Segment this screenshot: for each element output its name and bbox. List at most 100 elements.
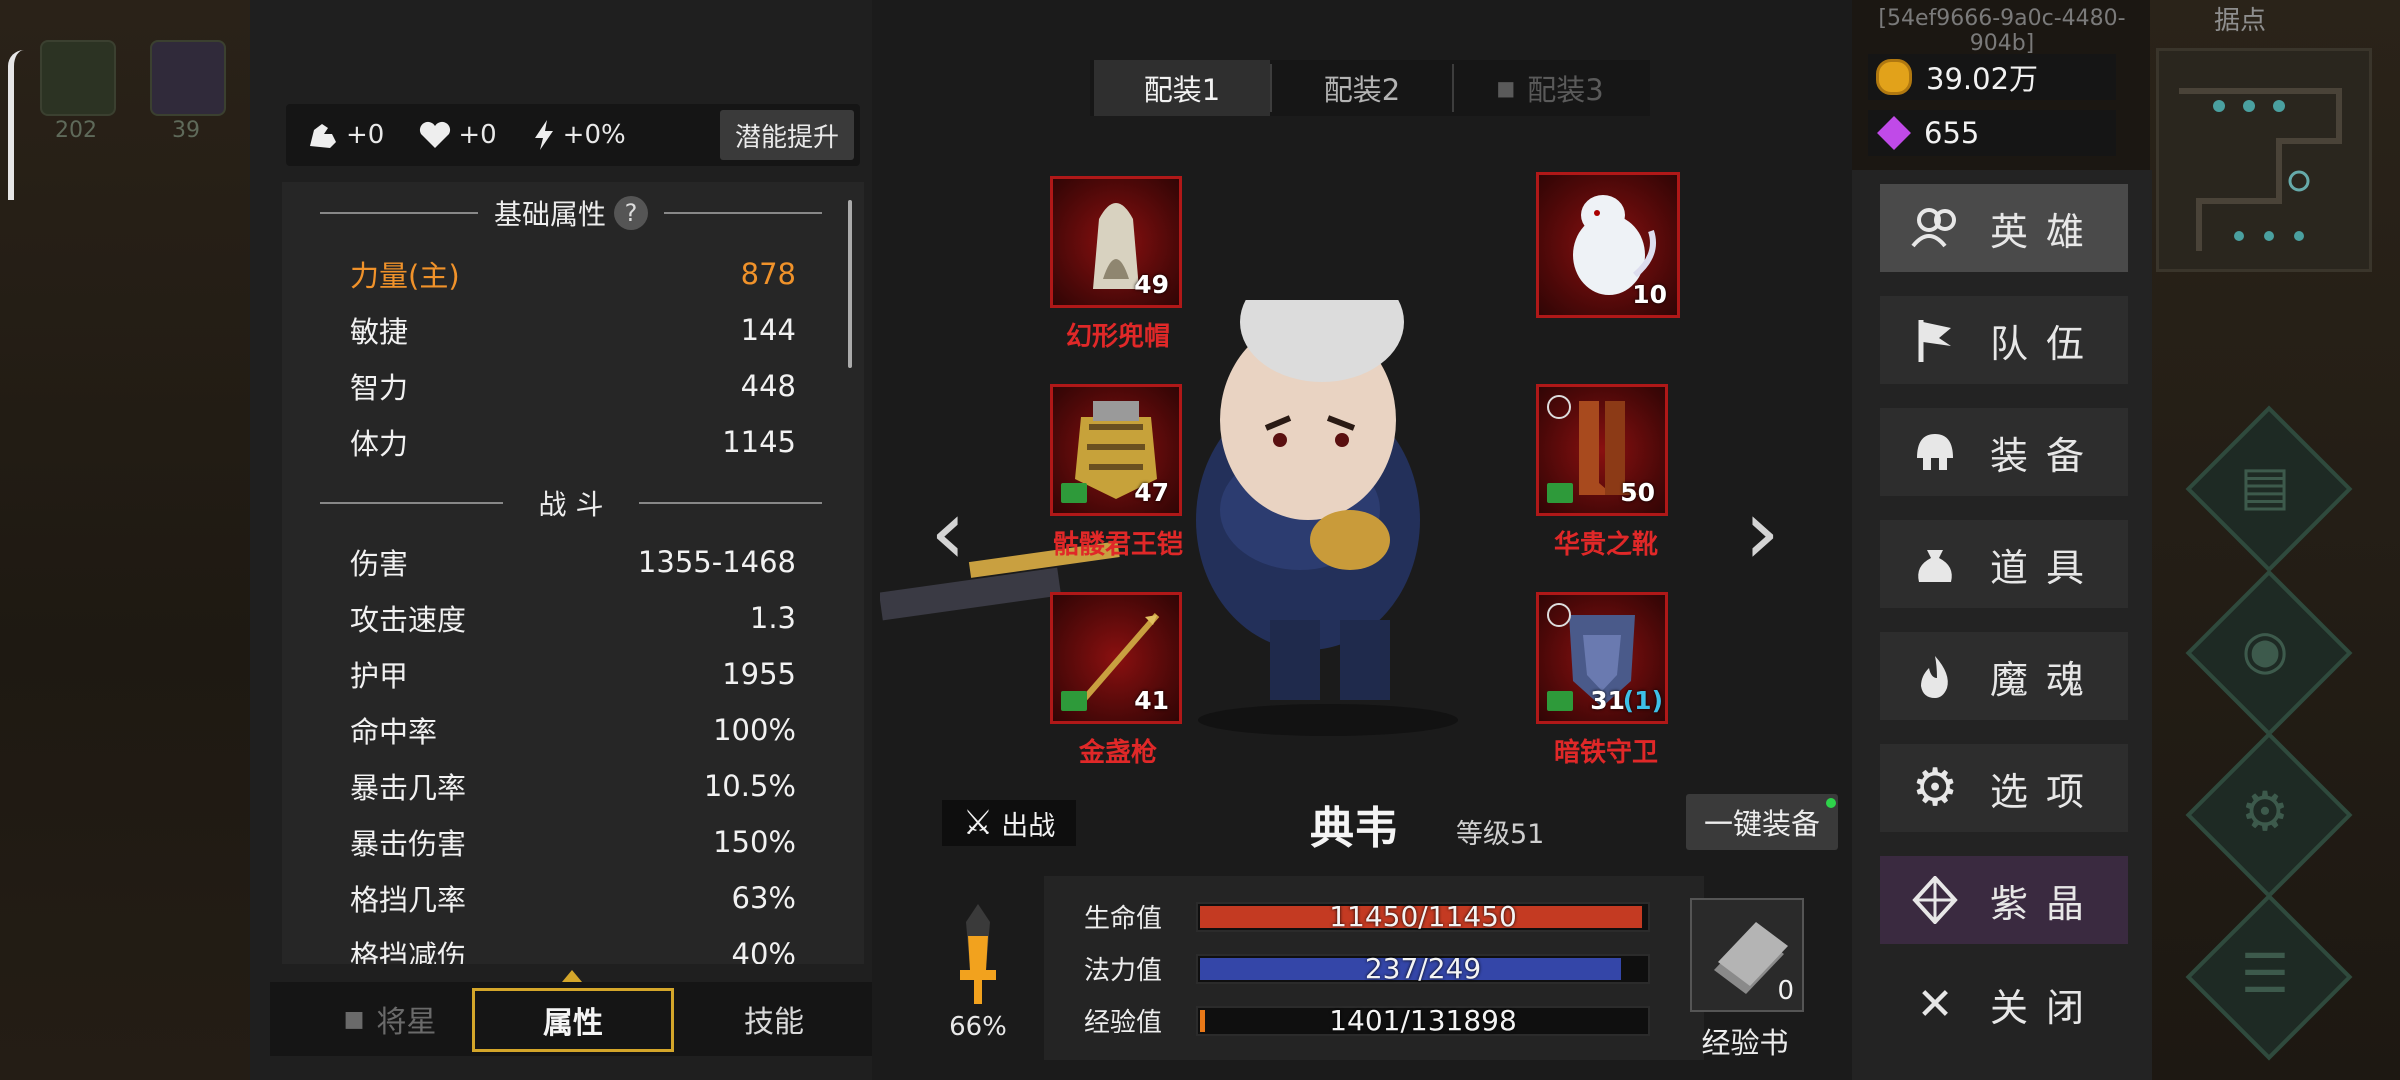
strength-bonus: +0 [306, 120, 384, 150]
combat-title: 战 斗 [538, 488, 604, 521]
slot-weapon[interactable]: 41 [1050, 592, 1182, 724]
gold-amount: 39.02万 [1926, 62, 2039, 96]
deploy-button[interactable]: ⚔ 出战 [942, 800, 1076, 846]
menu-label: 英雄 [1990, 209, 2103, 254]
stat-label: 暴击伤害 [350, 827, 467, 861]
equip-all-button[interactable]: 一键装备 [1686, 794, 1838, 850]
stat-value: 150% [713, 825, 796, 859]
stat-value: 1145 [722, 425, 796, 459]
stats-scrollbar[interactable] [848, 200, 852, 368]
pouch-icon [1918, 550, 1952, 582]
lightning-icon [534, 120, 553, 150]
menu-heroes[interactable]: 英雄 [1880, 184, 2128, 272]
stat-value: 144 [740, 313, 796, 347]
flame-icon [1921, 656, 1948, 698]
stat-label: 智力 [350, 371, 409, 405]
crystal-icon [1912, 876, 1958, 924]
item-name-helmet: 幻形兜帽 [1065, 322, 1170, 352]
list-icon: ☰ [2240, 941, 2290, 1005]
stat-row-block-chance: 格挡几率 63% [350, 876, 796, 920]
menu-close[interactable]: ✕ 关闭 [1880, 960, 2128, 1048]
item-level: 41 [1134, 686, 1169, 715]
menu-label: 装备 [1990, 433, 2103, 478]
mp-label: 法力值 [1084, 955, 1163, 986]
bg-item-slot [150, 40, 226, 116]
stat-label: 敏捷 [350, 315, 409, 349]
item-name-boots: 华贵之靴 [1553, 530, 1658, 560]
stat-row-armor: 护甲 1955 [350, 652, 796, 696]
menu-team[interactable]: 队伍 [1880, 296, 2128, 384]
tab-loadout-3[interactable]: ■ 配装3 [1456, 60, 1644, 116]
prev-hero-arrow[interactable]: ‹ [930, 480, 966, 585]
game-background-left: 202 39 [0, 0, 250, 1080]
stat-value: 1.3 [749, 601, 796, 635]
potion-icon: ⚙ [2240, 779, 2290, 843]
menu-label: 队伍 [1990, 321, 2103, 366]
stat-label: 伤害 [350, 547, 409, 581]
next-hero-arrow[interactable]: › [1744, 480, 1780, 585]
menu-options[interactable]: ⚙ 选项 [1880, 744, 2128, 832]
stat-label: 力量(主) [350, 259, 460, 293]
heart-icon [420, 121, 451, 148]
back-hook-icon [8, 50, 24, 200]
tab-skills[interactable]: 技能 [674, 986, 874, 1052]
book-icon [1061, 483, 1087, 503]
stat-label: 护甲 [350, 659, 409, 693]
menu-label: 选项 [1990, 769, 2103, 814]
stat-value: 448 [740, 369, 796, 403]
close-icon: ✕ [1916, 978, 1954, 1030]
item-level: 31 [1590, 686, 1625, 715]
currency-display: 39.02万 655 [1868, 48, 2116, 160]
tab-general-star[interactable]: ■ 将星 [290, 986, 490, 1052]
slot-boots[interactable]: 50 [1536, 384, 1668, 516]
tab-attributes[interactable]: 属性 [472, 988, 674, 1052]
item-name-weapon: 金盏枪 [1078, 738, 1157, 768]
slot-pet[interactable]: 10 [1536, 172, 1680, 318]
menu-label: 魔魂 [1990, 657, 2103, 702]
energy-bonus: +0% [531, 118, 626, 152]
energy-bonus-value: +0% [562, 120, 626, 150]
socket-icon [1547, 603, 1571, 627]
help-icon[interactable]: ? [614, 196, 649, 230]
menu-equipment[interactable]: 装备 [1880, 408, 2128, 496]
stat-label: 格挡减伤 [350, 939, 467, 964]
socket-icon [1547, 395, 1571, 419]
hp-bar: 11450/11450 [1196, 900, 1650, 933]
exp-book-button[interactable]: 0 [1690, 898, 1804, 1012]
slot-helmet[interactable]: 49 [1050, 176, 1182, 308]
slot-shield[interactable]: 31 (1) [1536, 592, 1668, 724]
menu-label: 道具 [1990, 545, 2103, 590]
exp-label: 经验值 [1084, 1007, 1163, 1038]
tab-loadout-2[interactable]: 配装2 [1274, 60, 1450, 116]
minimap-paths [2179, 88, 2342, 251]
slot-armor[interactable]: 47 [1050, 384, 1182, 516]
hp-label: 生命值 [1084, 903, 1163, 934]
tab-label: 将星 [376, 1005, 437, 1040]
item-name-shield: 暗铁守卫 [1553, 738, 1658, 768]
mp-text: 237/249 [1364, 952, 1482, 985]
exp-book-label: 经验书 [1701, 1026, 1789, 1060]
tab-loadout-1[interactable]: 配装1 [1094, 60, 1270, 116]
stat-row-intelligence: 智力 448 [350, 364, 796, 408]
book-icon [1061, 691, 1087, 711]
bg-slot-count: 39 [172, 118, 200, 143]
stat-row-stamina: 体力 1145 [350, 420, 796, 464]
tab-pointer [562, 970, 582, 982]
potential-upgrade-button[interactable]: 潜能提升 [720, 110, 854, 160]
stat-row-hit-rate: 命中率 100% [350, 708, 796, 752]
stat-row-agility: 敏捷 144 [350, 308, 796, 352]
strength-bonus-value: +0 [346, 120, 385, 150]
stat-value: 10.5% [703, 769, 796, 803]
menu-crystal[interactable]: 紫晶 [1880, 856, 2128, 944]
deploy-label: 出战 [1001, 810, 1056, 842]
tab-label: 技能 [744, 1005, 804, 1040]
menu-soul[interactable]: 魔魂 [1880, 632, 2128, 720]
menu-items[interactable]: 道具 [1880, 520, 2128, 608]
heroes-icon [1911, 208, 1956, 248]
stats-list[interactable]: 基础属性? 力量(主) 878 敏捷 144 智力 448 体力 1145 战 斗 伤害… [282, 182, 864, 964]
hero-level: 等级51 [1456, 819, 1545, 850]
tab-label: 属性 [543, 1006, 603, 1041]
gear-icon: ⚙ [1911, 758, 1959, 818]
purple-gem-icon [1877, 116, 1911, 150]
menu-label: 紫晶 [1990, 881, 2103, 926]
